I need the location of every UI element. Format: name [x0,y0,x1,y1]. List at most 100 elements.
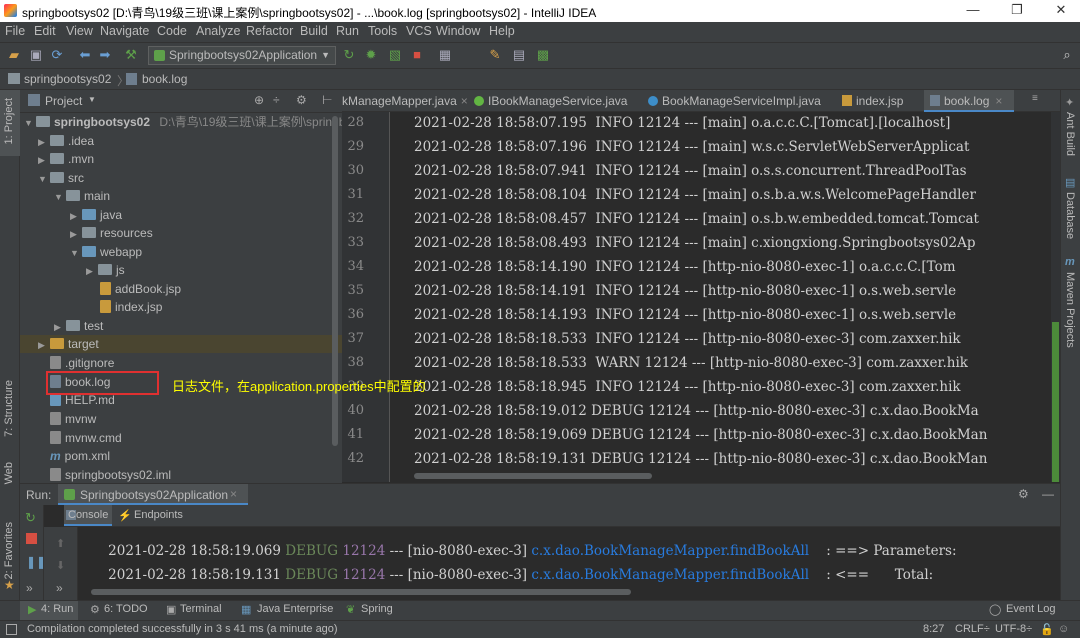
editor-content[interactable]: 2021-02-28 18:58:07.195 INFO 12124 --- [… [391,112,1051,482]
tree-node-java[interactable]: ▶ java [70,206,122,224]
run-config-tab[interactable]: Springbootsys02Application × [58,484,248,505]
event-log-button[interactable]: Event Log [1006,603,1056,615]
project-stripe-button[interactable]: 1: Project [0,90,20,156]
close-icon[interactable]: × [995,94,1002,108]
file-encoding[interactable]: UTF-8÷ [995,623,1032,635]
sync-icon[interactable]: ⟳ [50,48,64,62]
stop-icon[interactable]: ■ [410,48,424,62]
rerun-icon[interactable]: ↻ [25,510,36,526]
todo-tool-button[interactable]: 6: TODO [104,603,148,615]
close-icon[interactable]: × [461,94,468,108]
search-everywhere-icon[interactable]: ⌕ [1060,48,1074,62]
terminal-tool-button[interactable]: Terminal [180,603,222,615]
save-icon[interactable]: ▣ [29,48,43,62]
menu-refactor[interactable]: Refactor [246,24,293,38]
tab-endpoints[interactable]: ⚡ Endpoints [118,505,190,526]
debug-icon[interactable]: ✹ [364,48,378,62]
tree-node-test[interactable]: ▶ test [54,317,103,335]
tree-node-mvnw[interactable]: mvnw [50,410,96,428]
tab-index-jsp[interactable]: index.jsp [842,90,916,112]
hide-panel-icon[interactable]: ⊢ [322,93,332,107]
console-output[interactable]: 2021-02-28 18:58:19.069 DEBUG 12124 --- … [78,527,1060,600]
menu-navigate[interactable]: Navigate [100,24,149,38]
collapse-all-icon[interactable]: ÷ [273,93,280,107]
tab-book-log[interactable]: book.log × [924,90,1014,112]
tree-node-mvnw-cmd[interactable]: mvnw.cmd [50,429,122,447]
structure-icon[interactable]: ▤ [512,48,526,62]
ant-build-stripe-button[interactable]: Ant Build [1064,112,1076,156]
tree-node-resources[interactable]: ▶ resources [70,224,153,242]
menu-run[interactable]: Run [336,24,359,38]
menu-tools[interactable]: Tools [368,24,397,38]
project-scrollbar[interactable] [332,116,338,446]
tree-node-js[interactable]: ▶ js [86,261,125,279]
tree-node-idea[interactable]: ▶ .idea [38,132,94,150]
stop-icon[interactable] [26,533,37,544]
menu-view[interactable]: View [66,24,93,38]
run-tool-button[interactable]: ▶ 4: Run [20,601,78,621]
tree-node-gitignore[interactable]: .gitignore [50,354,114,372]
horizontal-scrollbar[interactable] [414,473,652,479]
rerun-icon[interactable]: ↻ [342,48,356,62]
console-horizontal-scrollbar[interactable] [91,589,631,595]
status-message[interactable]: Compilation completed successfully in 3 … [27,623,338,635]
database-stripe-button[interactable]: Database [1064,192,1076,239]
build-hammer-icon[interactable]: ⚒ [124,48,138,62]
tree-node-main[interactable]: ▼ main [54,187,110,205]
tab-ibookmanageservice[interactable]: IBookManageService.java [474,90,636,112]
favorites-stripe-button[interactable]: 2: Favorites [3,522,15,579]
menu-window[interactable]: Window [436,24,480,38]
tree-node-addbook-jsp[interactable]: addBook.jsp [100,280,181,298]
tree-node-mvn[interactable]: ▶ .mvn [38,150,94,168]
breadcrumb-file[interactable]: book.log [142,72,187,86]
back-icon[interactable]: ⬅ [78,48,92,62]
lock-icon[interactable]: 🔓 [1040,623,1054,636]
menu-code[interactable]: Code [157,24,187,38]
tab-bookmanageserviceimpl[interactable]: BookManageServiceImpl.java [648,90,828,112]
more-icon[interactable]: » [56,581,63,595]
run-config-select[interactable]: Springbootsys02Application ▼ [148,46,336,65]
tree-node-webapp[interactable]: ▼ webapp [70,243,142,261]
java-enterprise-tool-button[interactable]: Java Enterprise [257,603,333,615]
maven-projects-stripe-button[interactable]: Maven Projects [1064,272,1076,348]
more-icon[interactable]: » [26,581,33,595]
settings-wrench-icon[interactable]: ✎ [488,48,502,62]
web-stripe-button[interactable]: Web [3,462,15,484]
open-icon[interactable]: ▰ [7,48,21,62]
caret-position[interactable]: 8:27 [923,623,944,635]
close-button[interactable]: ✕ [1046,2,1076,20]
status-toggle-icon[interactable] [6,624,17,635]
structure-stripe-button[interactable]: 7: Structure [3,380,15,437]
chevron-down-icon[interactable]: ▼ [88,95,96,104]
menu-edit[interactable]: Edit [34,24,56,38]
tree-node-src[interactable]: ▼ src [38,169,84,187]
tree-node-iml[interactable]: springbootsys02.iml [50,466,171,483]
tab-list-icon[interactable]: ≡ [1032,93,1038,104]
menu-file[interactable]: File [5,24,25,38]
hide-panel-icon[interactable]: — [1042,487,1054,501]
down-arrow-icon[interactable]: ⬇ [56,559,65,572]
inspector-icon[interactable]: ☺ [1058,623,1069,635]
gear-icon[interactable]: ⚙ [296,93,307,107]
tab-bookmanagemapper[interactable]: kManageMapper.java × [342,90,468,112]
tree-node-project-root[interactable]: ▼ springbootsys02 D:\青鸟\19级三班\课上案例\spring… [24,113,362,131]
project-structure-icon[interactable]: ▦ [438,48,452,62]
up-arrow-icon[interactable]: ⬆ [56,537,65,550]
menu-build[interactable]: Build [300,24,328,38]
tab-console[interactable]: Console [64,505,112,526]
coverage-icon[interactable]: ▧ [388,48,402,62]
menu-help[interactable]: Help [489,24,515,38]
menu-analyze[interactable]: Analyze [196,24,240,38]
project-view-title[interactable]: Project [45,94,82,108]
tree-node-pom-xml[interactable]: m pom.xml [50,447,110,465]
forward-icon[interactable]: ➡ [98,48,112,62]
tree-node-target[interactable]: ▶ target [20,335,342,353]
breadcrumb-project[interactable]: springbootsys02 [24,72,111,86]
sdk-icon[interactable]: ▩ [536,48,550,62]
close-icon[interactable]: × [230,487,237,501]
gear-icon[interactable]: ⚙ [1018,487,1029,501]
maximize-button[interactable]: ❐ [1002,2,1032,20]
line-separator[interactable]: CRLF÷ [955,623,990,635]
menu-vcs[interactable]: VCS [406,24,432,38]
vertical-scrollbar[interactable] [1052,322,1059,482]
